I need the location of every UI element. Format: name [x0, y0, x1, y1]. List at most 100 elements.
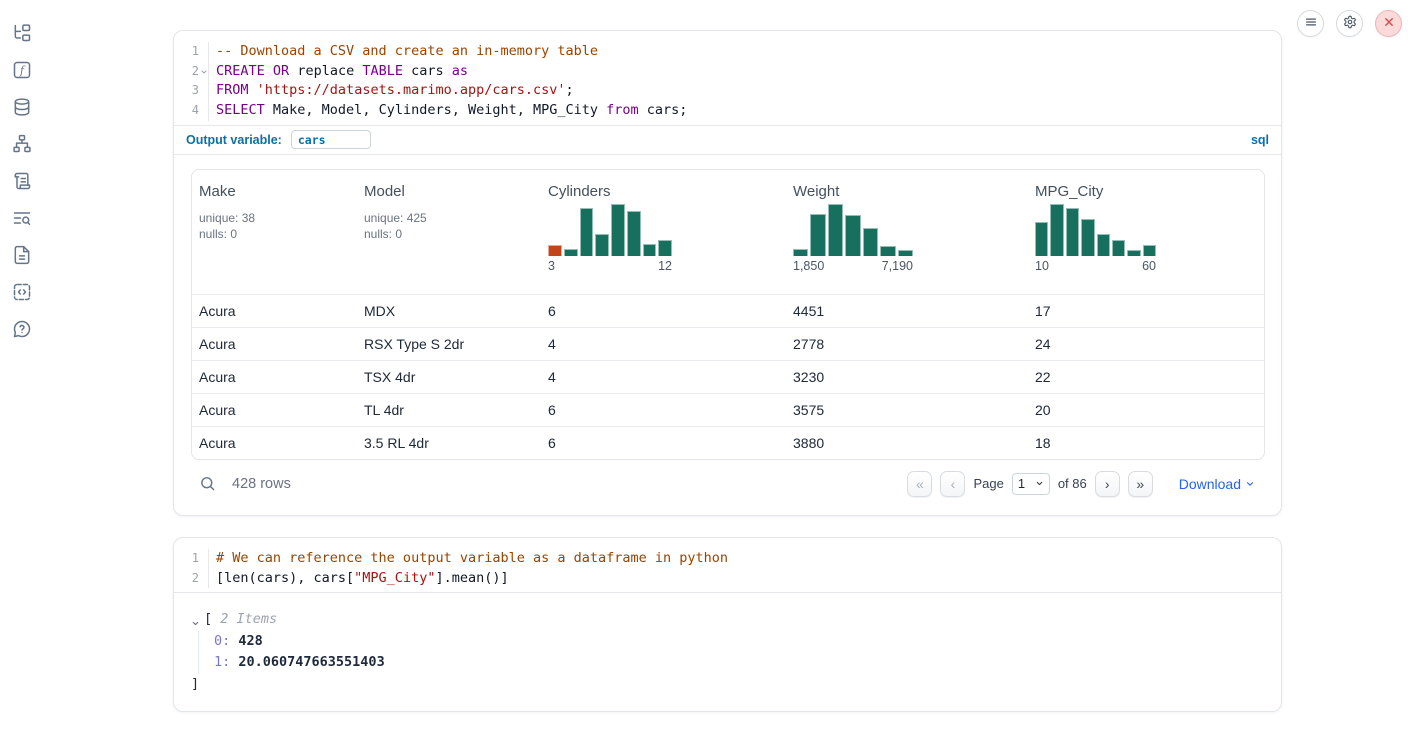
dependencies-icon[interactable]	[12, 133, 33, 154]
fold-chevron-icon[interactable]	[199, 62, 208, 82]
table-cell: 3230	[786, 369, 1028, 385]
file-explorer-icon[interactable]	[12, 22, 33, 43]
table-cell: 4	[541, 336, 786, 352]
tree-item-value: 20.060747663551403	[230, 654, 384, 670]
menu-button[interactable]	[1297, 10, 1324, 37]
weight-histogram: 1,8507,190	[793, 204, 913, 273]
page-select[interactable]: 1	[1012, 473, 1050, 495]
hist-bar	[1143, 245, 1156, 256]
hist-axis: 312	[548, 259, 672, 273]
page-label: Page	[973, 476, 1003, 491]
code-line[interactable]: 2 [len(cars), cars["MPG_City"].mean()]	[174, 569, 1281, 589]
tree-item-key: 1:	[214, 654, 230, 670]
table-cell: Acura	[192, 336, 357, 352]
table-cell: 22	[1028, 369, 1264, 385]
prev-page-button[interactable]: ‹	[940, 471, 965, 497]
table-row[interactable]: Acura3.5 RL 4dr6388018	[192, 426, 1264, 459]
fold-gutter	[199, 42, 208, 62]
tree-open-line: [ 2 Items	[174, 609, 1281, 631]
collapse-chevron-icon[interactable]	[191, 614, 200, 636]
code-line[interactable]: 3FROM 'https://datasets.marimo.app/cars.…	[174, 81, 1281, 101]
search-icon[interactable]	[199, 475, 216, 492]
table-cell: 20	[1028, 402, 1264, 418]
column-mpg-city[interactable]: MPG_City 1060	[1028, 183, 1264, 294]
table-row[interactable]: AcuraTSX 4dr4323022	[192, 360, 1264, 393]
topbar	[1297, 10, 1402, 37]
last-page-button[interactable]: »	[1128, 471, 1153, 497]
table-cell: 6	[541, 303, 786, 319]
line-number: 1	[174, 549, 199, 569]
fold-gutter	[199, 569, 208, 589]
table-cell: RSX Type S 2dr	[357, 336, 541, 352]
hist-bar	[1050, 204, 1063, 256]
output-variable-label: Output variable:	[186, 133, 282, 147]
code-line[interactable]: 4SELECT Make, Model, Cylinders, Weight, …	[174, 101, 1281, 121]
first-page-button[interactable]: «	[907, 471, 932, 497]
python-code-editor[interactable]: 1 # We can reference the output variable …	[174, 538, 1281, 592]
help-icon[interactable]	[12, 318, 33, 339]
table-cell: Acura	[192, 435, 357, 451]
table-output: Make unique: 38 nulls: 0 Model unique: 4…	[191, 169, 1265, 460]
table-cell: 24	[1028, 336, 1264, 352]
close-icon	[1382, 15, 1396, 32]
close-button[interactable]	[1375, 10, 1402, 37]
code-line[interactable]: 1-- Download a CSV and create an in-memo…	[174, 42, 1281, 62]
table-cell: MDX	[357, 303, 541, 319]
table-cell: TL 4dr	[357, 402, 541, 418]
hist-bar	[643, 244, 657, 256]
tree-close-line: ]	[174, 674, 1281, 696]
output-variable-input[interactable]	[291, 130, 371, 149]
documentation-icon[interactable]	[12, 244, 33, 265]
code-text: [len(cars), cars["MPG_City"].mean()]	[208, 569, 1281, 589]
page-total: of 86	[1058, 476, 1087, 491]
list-output: [ 2 Items 0: 4281: 20.060747663551403 ]	[174, 593, 1281, 695]
hist-bar	[1081, 219, 1094, 256]
settings-button[interactable]	[1336, 10, 1363, 37]
hist-bar	[658, 240, 672, 256]
code-text: # We can reference the output variable a…	[208, 549, 1281, 569]
line-number: 1	[174, 42, 199, 62]
items-count: 2 Items	[220, 611, 277, 627]
hist-bar	[611, 204, 625, 256]
fold-gutter	[199, 81, 208, 101]
menu-icon	[1304, 15, 1318, 32]
line-number: 2	[174, 569, 199, 589]
fold-gutter	[199, 549, 208, 569]
functions-icon[interactable]: f	[12, 59, 33, 80]
table-cell: TSX 4dr	[357, 369, 541, 385]
hist-bar	[845, 215, 860, 256]
datasources-icon[interactable]	[12, 96, 33, 117]
table-cell: 3880	[786, 435, 1028, 451]
column-label: Cylinders	[548, 183, 786, 200]
table-row[interactable]: AcuraRSX Type S 2dr4277824	[192, 327, 1264, 360]
download-button[interactable]: Download	[1179, 476, 1255, 492]
next-page-button[interactable]: ›	[1095, 471, 1120, 497]
table-cell: 18	[1028, 435, 1264, 451]
table-cell: 3575	[786, 402, 1028, 418]
logs-search-icon[interactable]	[12, 207, 33, 228]
marimo-notebook: f	[0, 0, 1408, 729]
scratchpad-icon[interactable]	[12, 170, 33, 191]
table-cell: 2778	[786, 336, 1028, 352]
code-line[interactable]: 2CREATE OR replace TABLE cars as	[174, 62, 1281, 82]
line-number: 3	[174, 81, 199, 101]
sql-code-editor[interactable]: 1-- Download a CSV and create an in-memo…	[174, 31, 1281, 125]
column-cylinders[interactable]: Cylinders 312	[541, 183, 786, 294]
column-model[interactable]: Model unique: 425 nulls: 0	[357, 183, 541, 294]
code-line[interactable]: 1 # We can reference the output variable …	[174, 549, 1281, 569]
hist-bar	[1066, 208, 1079, 256]
hist-bar	[548, 245, 562, 256]
table-cell: Acura	[192, 369, 357, 385]
hist-bar	[880, 246, 895, 256]
snippets-icon[interactable]	[12, 281, 33, 302]
column-make[interactable]: Make unique: 38 nulls: 0	[192, 183, 357, 294]
hist-axis: 1,8507,190	[793, 259, 913, 273]
table-header: Make unique: 38 nulls: 0 Model unique: 4…	[192, 170, 1264, 294]
table-row[interactable]: AcuraTL 4dr6357520	[192, 393, 1264, 426]
code-text: CREATE OR replace TABLE cars as	[208, 62, 1281, 82]
table-row[interactable]: AcuraMDX6445117	[192, 294, 1264, 327]
hist-bar	[810, 214, 825, 256]
column-weight[interactable]: Weight 1,8507,190	[786, 183, 1028, 294]
language-badge[interactable]: sql	[1251, 133, 1269, 147]
chevron-down-icon	[1035, 479, 1044, 488]
